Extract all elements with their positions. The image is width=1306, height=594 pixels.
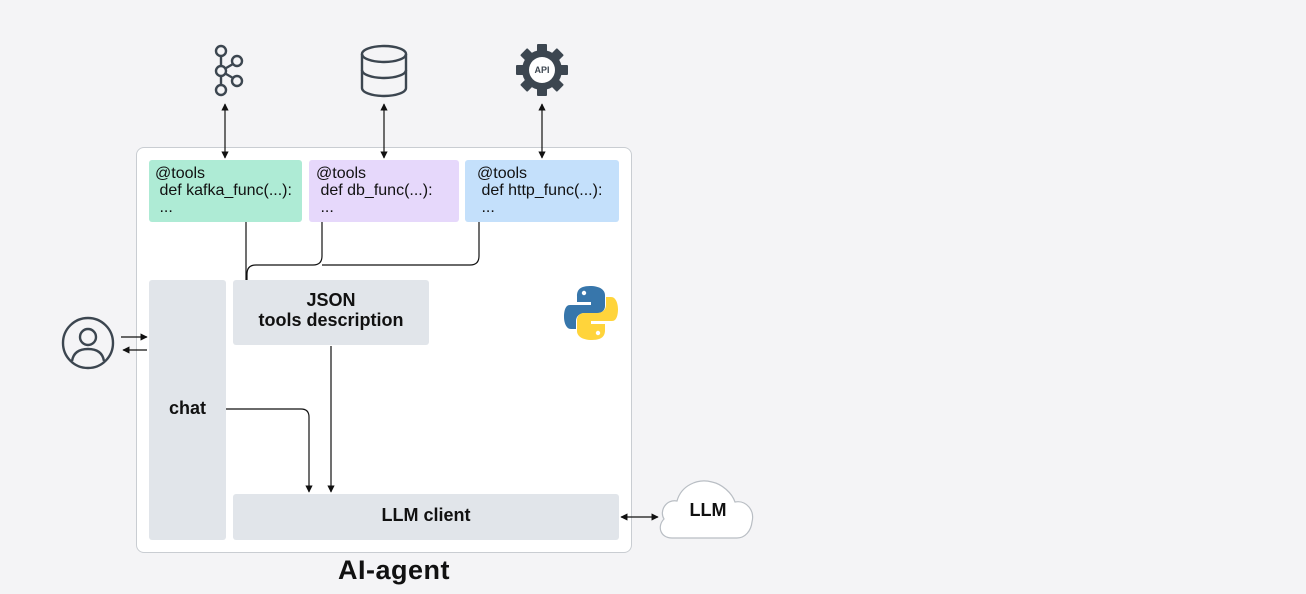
chat-to-llm-client-arrow	[226, 408, 313, 493]
tools-to-json-connector	[245, 222, 480, 280]
kafka-icon	[214, 44, 244, 97]
llm-label: LLM	[689, 500, 727, 520]
ai-agent-title: AI-agent	[338, 555, 450, 585]
diagram-graphics: API	[61, 44, 754, 539]
python-logo-icon	[564, 286, 618, 340]
database-icon	[360, 44, 408, 98]
user-icon	[61, 316, 115, 370]
api-label: API	[534, 65, 549, 75]
